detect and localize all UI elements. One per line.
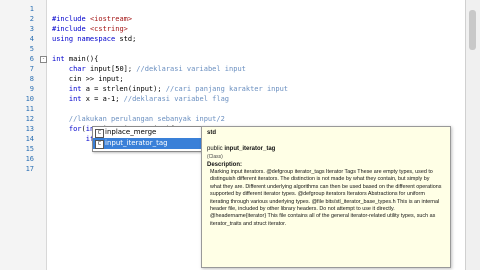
code-line[interactable]: 12 //lakukan perulangan sebanyak input/2 — [0, 114, 466, 124]
tooltip-description-text: Marking input iterators. @defgroup itera… — [210, 169, 442, 227]
autocomplete-item-selected[interactable]: C input_iterator_tag — [93, 138, 203, 149]
code-token: cin >> input; — [52, 75, 124, 83]
code-line[interactable]: 2 #include <iostream> — [0, 14, 466, 24]
line-number: 4 — [29, 35, 34, 43]
code-token: #include — [52, 15, 90, 23]
line-number: 17 — [25, 165, 34, 173]
line-number: 11 — [25, 105, 34, 113]
code-line[interactable]: 11 — [0, 104, 466, 114]
code-line[interactable]: 9 int a = strlen(input); //cari panjang … — [0, 84, 466, 94]
code-line[interactable]: 10 int x = a-1; //deklarasi variabel fla… — [0, 94, 466, 104]
code-text: int a = strlen(input); //cari panjang ka… — [52, 84, 288, 94]
code-token: //deklarasi variabel flag — [123, 95, 230, 103]
code-text: #include <iostream> — [52, 14, 132, 24]
line-number: 14 — [25, 135, 34, 143]
tooltip-kind: (Class) — [207, 154, 223, 160]
line-number: 3 — [29, 25, 34, 33]
tooltip-description-label: Description: — [207, 162, 243, 168]
code-text: #include <cstring> — [52, 24, 128, 34]
fold-toggle-icon[interactable]: - — [40, 56, 47, 63]
code-text: char input[50]; //deklarasi variabel inp… — [52, 64, 246, 74]
code-token: //lakukan perulangan sebanyak input/2 — [52, 115, 225, 123]
tooltip-signature: public input_iterator_tag — [207, 146, 275, 152]
code-text: cin >> input; — [52, 74, 124, 84]
scrollbar-thumb[interactable] — [469, 10, 476, 50]
code-line[interactable]: 4 using namespace std; — [0, 34, 466, 44]
code-line[interactable]: 5 — [0, 44, 466, 54]
line-number: 9 — [29, 85, 34, 93]
documentation-tooltip: std public input_iterator_tag (Class) De… — [201, 126, 451, 268]
code-line[interactable]: 8 cin >> input; — [0, 74, 466, 84]
code-token: for — [52, 125, 82, 133]
autocomplete-item-label: input_iterator_tag — [105, 139, 168, 147]
line-number: 6 — [29, 55, 34, 63]
line-number: 15 — [25, 145, 34, 153]
code-line[interactable]: 7 char input[50]; //deklarasi variabel i… — [0, 64, 466, 74]
class-icon: C — [95, 140, 104, 149]
code-line[interactable]: 1 — [0, 4, 466, 14]
code-token: <cstring> — [89, 25, 128, 33]
code-text: int x = a-1; //deklarasi variabel flag — [52, 94, 229, 104]
code-token: x = a-1; — [85, 95, 124, 103]
signature-name: input_iterator_tag — [224, 146, 276, 152]
code-token: a = strlen(input); — [85, 85, 166, 93]
line-number: 5 — [29, 45, 34, 53]
code-text: using namespace std; — [52, 34, 136, 44]
code-token: std; — [119, 35, 137, 43]
autocomplete-item[interactable]: C inplace_merge — [93, 127, 203, 138]
code-token: int — [52, 95, 86, 103]
code-text: //lakukan perulangan sebanyak input/2 — [52, 114, 225, 124]
line-number: 1 — [29, 5, 34, 13]
code-token: //deklarasi variabel input — [136, 65, 246, 73]
code-token: int — [52, 55, 69, 63]
line-number: 7 — [29, 65, 34, 73]
line-number: 12 — [25, 115, 34, 123]
code-line[interactable]: 6- int main(){ — [0, 54, 466, 64]
code-token: input[50]; — [89, 65, 137, 73]
code-token: char — [52, 65, 90, 73]
line-number: 8 — [29, 75, 34, 83]
code-text: int main(){ — [52, 54, 98, 64]
code-token: if — [52, 135, 95, 143]
code-token: int — [52, 85, 86, 93]
tooltip-namespace: std — [207, 130, 216, 136]
line-number: 16 — [25, 155, 34, 163]
code-token: using namespace — [52, 35, 120, 43]
code-token: #include — [52, 25, 90, 33]
line-number: 13 — [25, 125, 34, 133]
signature-prefix: public — [207, 146, 225, 152]
line-number: 10 — [25, 95, 34, 103]
autocomplete-list[interactable]: C inplace_merge C input_iterator_tag — [92, 126, 204, 152]
vertical-scrollbar[interactable] — [465, 0, 480, 270]
code-line[interactable]: 3 #include <cstring> — [0, 24, 466, 34]
autocomplete-item-label: inplace_merge — [105, 128, 157, 136]
code-token: main(){ — [68, 55, 99, 63]
line-number: 2 — [29, 15, 34, 23]
code-token: <iostream> — [89, 15, 133, 23]
class-icon: C — [95, 129, 104, 138]
code-token: //cari panjang karakter input — [165, 85, 289, 93]
